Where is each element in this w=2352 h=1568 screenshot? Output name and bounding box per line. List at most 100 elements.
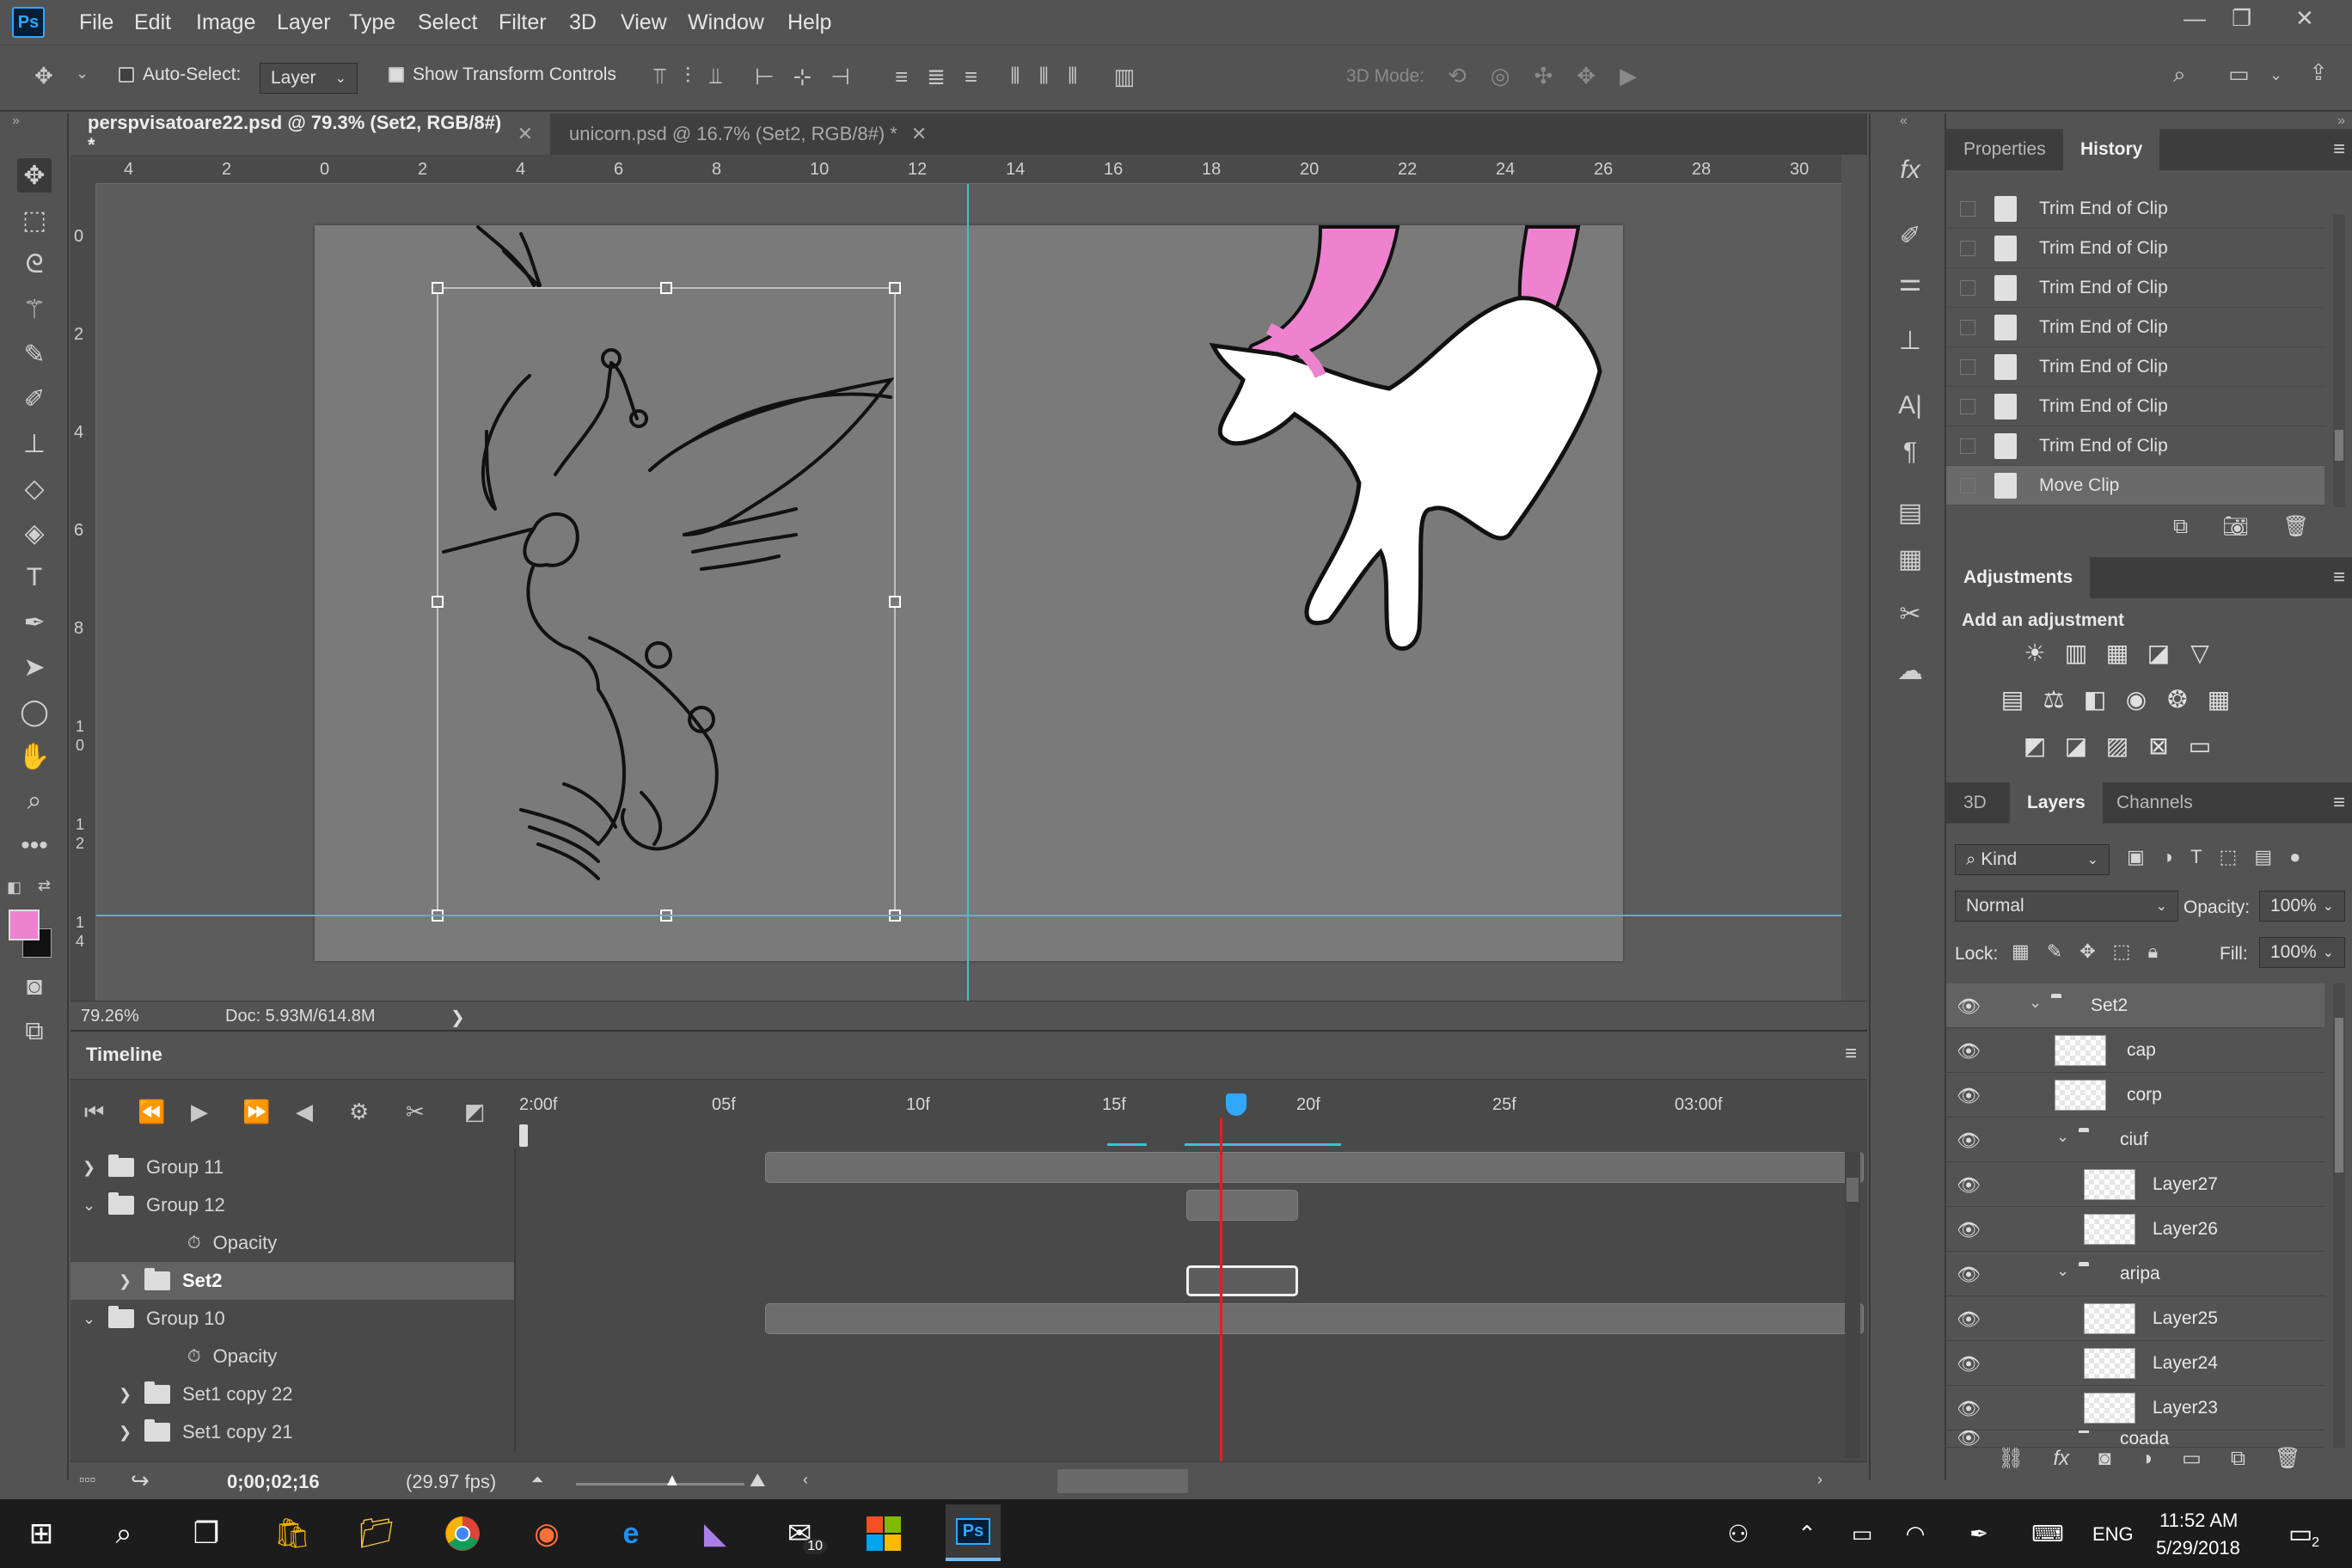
layer-group-set2[interactable]: 👁︎ ⌄ Set2 <box>1946 983 2324 1028</box>
scroll-right-icon[interactable]: › <box>1817 1471 1822 1489</box>
guide-horizontal[interactable] <box>96 915 1841 916</box>
lasso-tool-icon[interactable]: ᘓ <box>17 248 52 282</box>
quick-mask-icon[interactable]: ◙ <box>17 970 52 1004</box>
3d-pan-icon[interactable]: ✣ <box>1534 63 1553 89</box>
timeline-clip[interactable] <box>1186 1190 1298 1221</box>
layer-row[interactable]: 👁︎ corp <box>1946 1073 2324 1118</box>
curves-icon[interactable]: ▦ <box>2103 638 2132 667</box>
history-brush-source[interactable] <box>1960 320 1975 335</box>
timeline-track[interactable] <box>516 1148 1864 1186</box>
auto-select-checkbox[interactable] <box>119 67 134 83</box>
pen-tool-icon[interactable]: ✒ <box>17 605 52 640</box>
more-tools-icon[interactable]: ••• <box>17 829 52 863</box>
timeline-row[interactable]: ❯ Set1 copy 21 <box>70 1413 1864 1451</box>
minimize-button[interactable]: — <box>2184 5 2206 32</box>
visibility-eye-icon[interactable]: 👁︎ <box>1957 1308 1981 1331</box>
tab-history[interactable]: History <box>2063 129 2160 170</box>
lock-transparent-icon[interactable]: ▦ <box>2012 940 2030 963</box>
document-canvas[interactable] <box>315 225 1623 961</box>
visibility-eye-icon[interactable]: 👁︎ <box>1957 1219 1981 1241</box>
zoom-out-icon[interactable]: ⏶ <box>531 1471 543 1489</box>
stopwatch-icon[interactable]: ⏱ <box>187 1234 201 1253</box>
transition-icon[interactable]: ◩ <box>464 1099 486 1125</box>
hand-tool-icon[interactable]: ✋ <box>17 739 52 774</box>
timeline-track[interactable] <box>516 1224 1864 1262</box>
history-item[interactable]: Trim End of Clip <box>1946 347 2324 387</box>
timeline-row-label[interactable]: ❯ Set1 copy 21 <box>70 1413 516 1451</box>
wifi-icon[interactable]: ◠ <box>1893 1511 1938 1556</box>
notifications-icon[interactable]: ▭ 2 <box>2278 1511 2323 1556</box>
type-filter-icon[interactable]: T <box>2190 846 2202 868</box>
3d-roll-icon[interactable]: ◎ <box>1491 63 1510 89</box>
history-brush-source[interactable] <box>1960 201 1975 217</box>
tab-3d[interactable]: 3D <box>1946 782 2004 824</box>
zoom-in-icon[interactable]: ⛰ <box>750 1469 765 1491</box>
brush-tool-icon[interactable]: ✐ <box>17 382 52 416</box>
timeline-row-label[interactable]: ❯ Group 11 <box>70 1148 516 1186</box>
photo-filter-icon[interactable]: ◉ <box>2122 684 2151 714</box>
history-brush-source[interactable] <box>1960 280 1975 296</box>
paragraph-icon[interactable]: ¶ <box>1893 435 1927 469</box>
3d-scale-icon[interactable]: ▶ <box>1620 63 1637 89</box>
stopwatch-icon[interactable]: ⏱ <box>187 1347 201 1367</box>
distribute-hcenter-icon[interactable]: ⦀ <box>1039 63 1049 90</box>
distribute-right-icon[interactable]: ⦀ <box>1068 63 1077 90</box>
previous-frame-icon[interactable]: ⏪ <box>138 1099 165 1125</box>
move-tool-icon[interactable]: ✥ <box>17 158 52 193</box>
adjustment-filter-icon[interactable]: ◑ <box>2162 846 2173 868</box>
store-icon[interactable]: 🛍︎ <box>270 1511 315 1556</box>
visibility-eye-icon[interactable]: 👁︎ <box>1957 995 1981 1018</box>
tab-channels[interactable]: Channels <box>2099 782 2210 824</box>
add-mask-icon[interactable]: ◙ <box>2098 1447 2111 1471</box>
ruler-horizontal[interactable]: 4 2 0 2 4 6 8 10 12 14 16 18 20 22 24 26… <box>96 155 1841 184</box>
timeline-title[interactable]: Timeline <box>86 1044 162 1066</box>
eraser-tool-icon[interactable]: ◇ <box>17 471 52 505</box>
align-left-icon[interactable]: ⊢ <box>755 64 775 90</box>
playhead-handle[interactable] <box>1226 1093 1246 1116</box>
timeline-row[interactable]: ⌄ Group 10 <box>70 1300 1864 1338</box>
timeline-track[interactable] <box>516 1262 1864 1300</box>
menu-help[interactable]: Help <box>787 10 831 35</box>
distribute-vcenter-icon[interactable]: ≣ <box>927 64 946 90</box>
black-white-icon[interactable]: ◧ <box>2080 684 2110 714</box>
clone-source-icon[interactable]: ⊥ <box>1893 323 1927 358</box>
tool-presets-icon[interactable]: ⚌ <box>1893 265 1927 299</box>
guide-vertical[interactable] <box>967 184 969 1001</box>
gradient-map-icon[interactable]: ▭ <box>2185 731 2214 760</box>
lock-pixels-icon[interactable]: ✎ <box>2047 940 2062 963</box>
work-area-start-handle[interactable] <box>519 1124 528 1147</box>
link-layers-icon[interactable]: ⛓ <box>1998 1446 2024 1471</box>
selective-color-icon[interactable]: ⊠ <box>2144 731 2173 760</box>
layer-comps-icon[interactable]: ▤ <box>1893 495 1927 530</box>
timeline-row[interactable]: ⏱ Opacity <box>70 1224 1864 1262</box>
task-view-icon[interactable]: ❐ <box>184 1511 229 1556</box>
chevron-down-icon[interactable]: ⌄ <box>83 1197 100 1215</box>
align-top-icon[interactable]: ⫪ <box>653 63 666 90</box>
timeline-scrollbar[interactable] <box>1845 1152 1860 1458</box>
status-menu-arrow[interactable]: ❯ <box>450 1007 465 1028</box>
layer-row[interactable]: 👁︎ Layer26 <box>1946 1207 2324 1252</box>
panel-menu-icon[interactable]: ≡ <box>2333 566 2345 590</box>
play-icon[interactable]: ▶ <box>191 1099 208 1125</box>
render-video-icon[interactable]: ↪ <box>131 1467 150 1494</box>
levels-icon[interactable]: ▥ <box>2061 638 2091 667</box>
visibility-eye-icon[interactable]: 👁︎ <box>1957 1353 1981 1375</box>
current-time[interactable]: 0;00;02;16 <box>227 1471 320 1493</box>
timeline-clip-selected[interactable] <box>1186 1265 1298 1296</box>
tab-properties[interactable]: Properties <box>1946 129 2063 170</box>
timeline-row[interactable]: ⌄ Group 12 <box>70 1186 1864 1224</box>
visibility-eye-icon[interactable]: 👁︎ <box>1957 1264 1981 1286</box>
opacity-input[interactable]: 100% ⌄ <box>2259 891 2345 922</box>
trash-icon[interactable]: 🗑︎ <box>2283 514 2309 539</box>
timeline-row-label[interactable]: ⌄ Group 10 <box>70 1300 516 1338</box>
align-vcenter-icon[interactable]: ⫶ <box>685 63 691 90</box>
smart-object-filter-icon[interactable]: ▤ <box>2254 846 2272 868</box>
new-document-from-state-icon[interactable]: ⧉ <box>2173 515 2188 539</box>
layer-filter-kind[interactable]: ⌕ Kind ⌄ <box>1955 844 2110 875</box>
layer-row[interactable]: 👁︎ cap <box>1946 1028 2324 1073</box>
distribute-bottom-icon[interactable]: ≡ <box>965 64 977 90</box>
move-tool-icon[interactable]: ✥ <box>34 63 53 89</box>
edge-icon[interactable]: e <box>609 1511 653 1556</box>
people-icon[interactable]: ⚇ <box>1716 1511 1761 1556</box>
hue-saturation-icon[interactable]: ▤ <box>1998 684 2027 714</box>
